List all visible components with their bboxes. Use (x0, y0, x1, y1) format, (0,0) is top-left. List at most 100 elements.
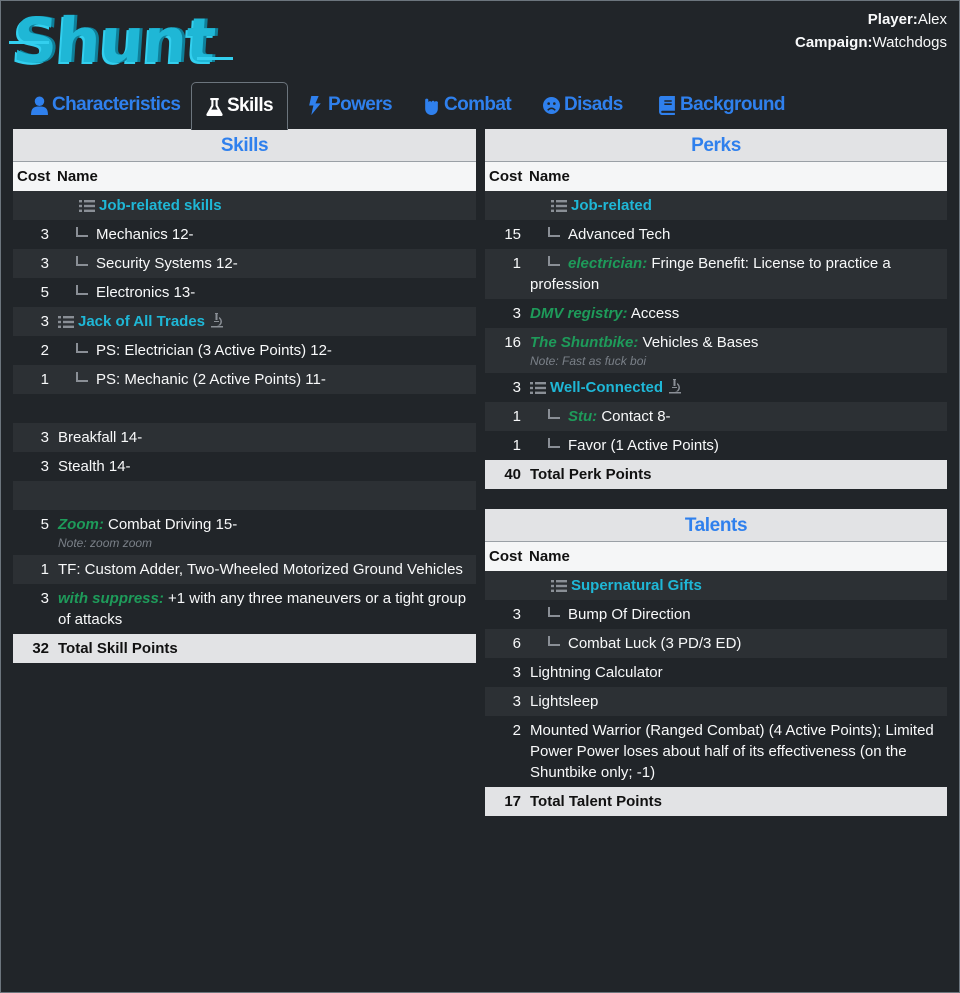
skills-panel: Skills Cost Name Job-related skills 3 Mech… (13, 129, 476, 663)
row-name: Stealth 14- (58, 458, 131, 475)
user-icon (31, 96, 48, 115)
list-icon (530, 382, 546, 394)
perks-title: Perks (485, 129, 947, 162)
tab-background[interactable]: Background (649, 82, 795, 128)
table-row: 1 Stu: Contact 8- (485, 402, 947, 431)
table-row: 3 Jack of All Trades (13, 307, 476, 336)
tab-powers[interactable]: Powers (297, 82, 402, 128)
row-cost: 3 (512, 606, 521, 623)
list-icon (79, 200, 95, 212)
table-row: 3 with suppress: +1 with any three maneuv… (13, 584, 476, 634)
tree-branch-icon (548, 636, 560, 646)
tree-branch-icon (548, 227, 560, 237)
row-name: Combat Luck (3 PD/3 ED) (568, 635, 742, 652)
row-cost: 1 (512, 408, 521, 425)
bolt-icon (309, 95, 321, 115)
row-prefix: Stu: (568, 408, 598, 425)
row-cost: 2 (40, 342, 49, 359)
table-row: 3 Well-Connected (485, 373, 947, 402)
total-label: Total Talent Points (530, 793, 662, 810)
tab-disads[interactable]: Disads (533, 82, 633, 128)
talents-panel: Talents Cost Name Supernatural Gifts 3 Bum… (485, 509, 947, 816)
table-row: Job-related skills (13, 191, 476, 220)
group-label: Well-Connected (550, 379, 664, 396)
row-cost: 3 (40, 255, 49, 272)
total-label: Total Skill Points (58, 640, 178, 657)
table-row: 3 Mechanics 12- (13, 220, 476, 249)
table-row: 2 Mounted Warrior (Ranged Combat) (4 Acti… (485, 716, 947, 787)
row-name: Mechanics 12- (96, 226, 194, 243)
total-cost: 40 (504, 466, 521, 483)
tab-characteristics[interactable]: Characteristics (21, 82, 190, 128)
row-note: Note: zoom zoom (58, 536, 153, 550)
table-row: 3 Security Systems 12- (13, 249, 476, 278)
row-name: Combat Driving 15- (108, 516, 238, 533)
tree-branch-icon (548, 409, 560, 419)
row-prefix: Zoom: (58, 516, 104, 533)
tab-label: Disads (564, 94, 623, 115)
logo-streak (9, 41, 49, 44)
table-row (13, 394, 476, 423)
row-name: Bump Of Direction (568, 606, 691, 623)
row-cost: 2 (512, 722, 521, 739)
row-name: PS: Mechanic (2 Active Points) 11- (96, 371, 326, 388)
tree-branch-icon (76, 343, 88, 353)
tree-branch-icon (76, 372, 88, 382)
row-name: Favor (1 Active Points) (568, 437, 719, 454)
list-icon (551, 200, 567, 212)
skills-title: Skills (13, 129, 476, 162)
table-row: 3 Stealth 14- (13, 452, 476, 481)
row-cost: 3 (512, 693, 521, 710)
table-row: 3 Bump Of Direction (485, 600, 947, 629)
tab-skills[interactable]: Skills (191, 82, 288, 130)
group-label: Job-related skills (99, 197, 222, 214)
tree-branch-icon (76, 285, 88, 295)
group-label: Job-related (571, 197, 652, 214)
player-name: Alex (917, 11, 947, 28)
tree-branch-icon (548, 438, 560, 448)
table-row: Supernatural Gifts (485, 571, 947, 600)
sad-face-icon (543, 96, 560, 114)
tree-branch-icon (548, 256, 560, 266)
table-row: 3 Lightning Calculator (485, 658, 947, 687)
group-label: Jack of All Trades (78, 313, 206, 330)
tab-combat[interactable]: Combat (413, 82, 521, 128)
book-icon (659, 95, 675, 115)
campaign-name: Watchdogs (872, 34, 947, 51)
table-row: 3 DMV registry: Access (485, 299, 947, 328)
tab-label: Skills (226, 95, 274, 116)
row-name: Vehicles & Bases (642, 334, 759, 351)
table-row: 3 Lightsleep (485, 687, 947, 716)
total-cost: 17 (504, 793, 521, 810)
table-row (13, 481, 476, 510)
row-name: Lightning Calculator (530, 664, 663, 681)
row-cost: 16 (504, 334, 521, 351)
tab-bar: Characteristics Skills Powers Combat Dis… (13, 82, 947, 130)
row-cost: 5 (40, 284, 49, 301)
tree-branch-icon (76, 227, 88, 237)
skills-total-row: 32 Total Skill Points (13, 634, 476, 663)
group-label: Supernatural Gifts (571, 577, 702, 594)
campaign-label: Campaign: (795, 34, 873, 51)
row-cost: 3 (40, 226, 49, 243)
fist-icon (425, 98, 438, 115)
skills-list: Job-related skills 3 Mechanics 12- 3 Securit… (13, 191, 476, 634)
talents-column-header: Cost Name (485, 542, 947, 571)
table-row: 1 PS: Mechanic (2 Active Points) 11- (13, 365, 476, 394)
tab-label: Powers (328, 94, 393, 115)
cost-column-header: Cost (489, 168, 523, 185)
cost-column-header: Cost (17, 168, 51, 185)
perks-list: Job-related 15 Advanced Tech 1 electrician: … (485, 191, 947, 460)
row-cost: 6 (512, 635, 521, 652)
row-prefix: The Shuntbike: (530, 334, 639, 351)
tree-branch-icon (548, 607, 560, 617)
row-prefix: electrician: (568, 255, 648, 272)
name-column-header: Name (529, 168, 570, 185)
microscope-icon (211, 313, 224, 328)
row-name: Breakfall 14- (58, 429, 143, 446)
tab-label: Combat (444, 94, 512, 115)
row-cost: 5 (40, 516, 49, 533)
perks-panel: Perks Cost Name Job-related 15 Advanced Te… (485, 129, 947, 489)
table-row: 5 Electronics 13- (13, 278, 476, 307)
row-cost: 3 (512, 664, 521, 681)
